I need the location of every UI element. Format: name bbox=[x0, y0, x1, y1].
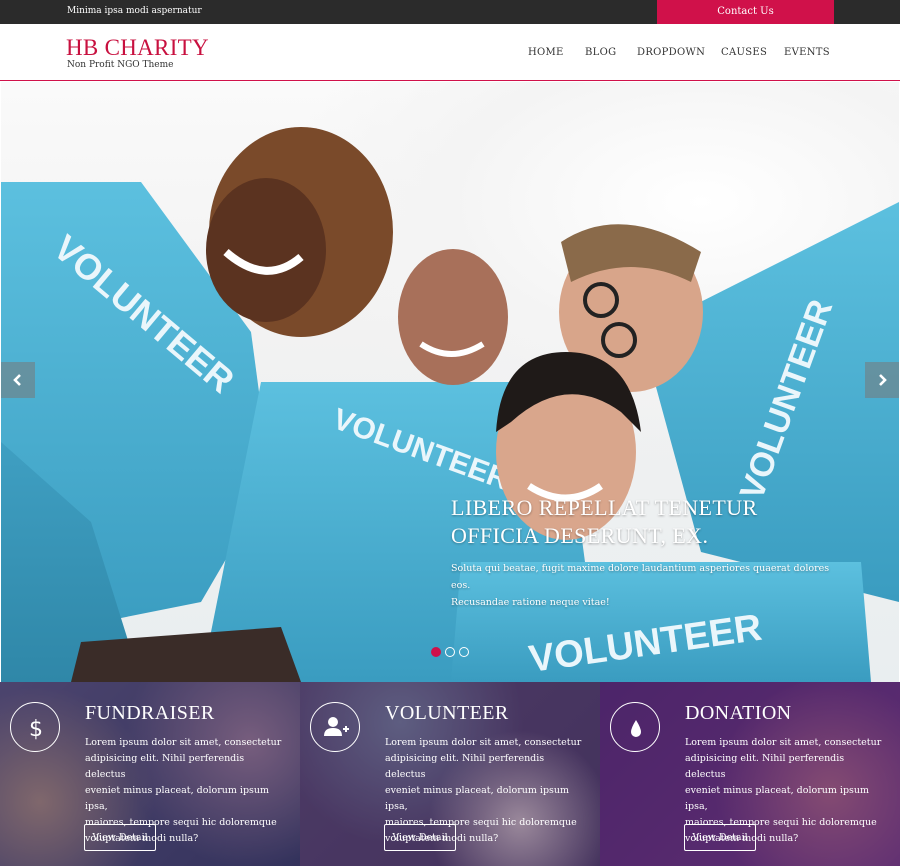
nav-events[interactable]: EVENTS bbox=[784, 47, 830, 58]
slider-next-button[interactable] bbox=[865, 362, 899, 398]
nav-home[interactable]: HOME bbox=[528, 47, 564, 58]
view-detail-button[interactable]: View Detail bbox=[684, 824, 756, 851]
site-header: HB CHARITY Non Profit NGO Theme HOME BLO… bbox=[0, 24, 900, 81]
nav-causes[interactable]: CAUSES bbox=[721, 47, 767, 58]
chevron-right-icon bbox=[879, 374, 887, 386]
panel-title: FUNDRAISER bbox=[85, 702, 215, 724]
site-logo-title[interactable]: HB CHARITY bbox=[66, 35, 209, 61]
top-bar: Minima ipsa modi aspernatur Contact Us bbox=[0, 0, 900, 24]
site-logo-subtitle: Non Profit NGO Theme bbox=[67, 60, 174, 70]
contact-us-button[interactable]: Contact Us bbox=[657, 0, 834, 24]
hero-caption-text: Soluta qui beatae, fugit maxime dolore l… bbox=[451, 563, 830, 608]
add-user-icon bbox=[310, 702, 360, 752]
panel-volunteer: VOLUNTEER Lorem ipsum dolor sit amet, co… bbox=[300, 682, 600, 866]
slider-prev-button[interactable] bbox=[1, 362, 35, 398]
slider-dot-1[interactable] bbox=[431, 647, 441, 657]
view-detail-button[interactable]: View Detail bbox=[384, 824, 456, 851]
panel-donation: DONATION Lorem ipsum dolor sit amet, con… bbox=[600, 682, 900, 866]
drop-icon bbox=[610, 702, 660, 752]
hero-slider: VOLUNTEER VOLUNTEER VOLUNTEER VOLUNTEER … bbox=[1, 82, 899, 682]
dollar-icon: $ bbox=[10, 702, 60, 752]
slider-dot-2[interactable] bbox=[445, 647, 455, 657]
panel-title: VOLUNTEER bbox=[385, 702, 509, 724]
view-detail-button[interactable]: View Detail bbox=[84, 824, 156, 851]
nav-blog[interactable]: BLOG bbox=[585, 47, 616, 58]
top-tagline: Minima ipsa modi aspernatur bbox=[67, 6, 202, 16]
hero-caption-title: LIBERO REPELLAT TENETUR OFFICIA DESERUNT… bbox=[451, 495, 758, 548]
slider-dot-3[interactable] bbox=[459, 647, 469, 657]
svg-text:$: $ bbox=[29, 717, 43, 742]
panel-fundraiser: $ FUNDRAISER Lorem ipsum dolor sit amet,… bbox=[0, 682, 300, 866]
chevron-left-icon bbox=[13, 374, 21, 386]
nav-dropdown[interactable]: DROPDOWN bbox=[637, 47, 705, 58]
panel-title: DONATION bbox=[685, 702, 792, 724]
